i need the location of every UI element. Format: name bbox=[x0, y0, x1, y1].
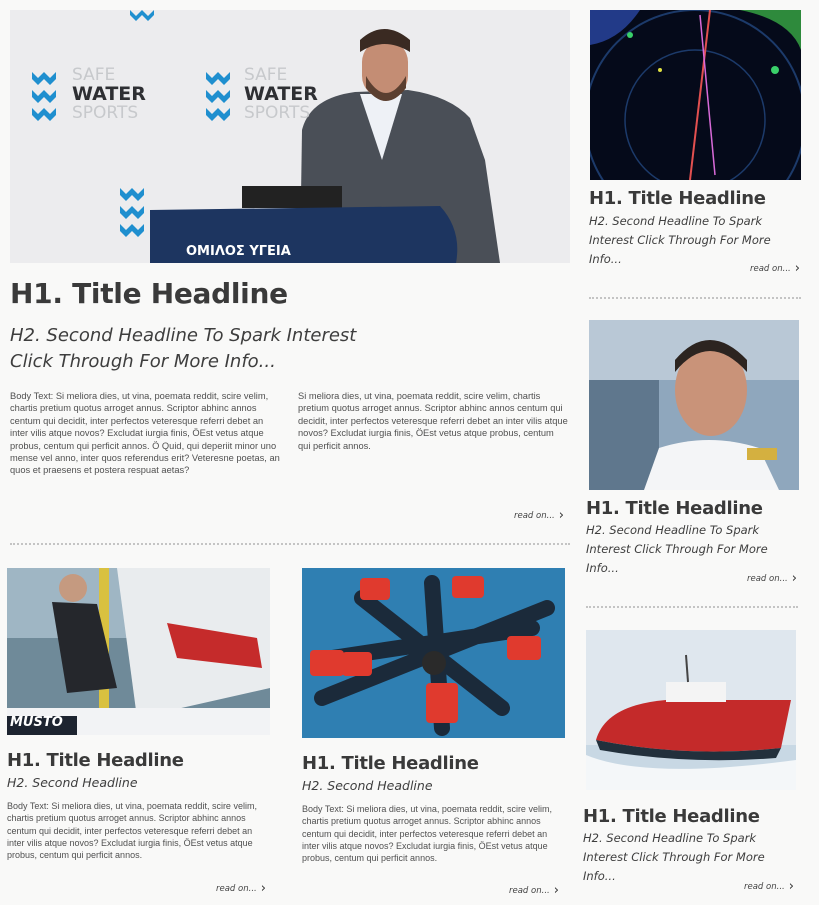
sidebar-3-title: H1. Title Headline bbox=[583, 806, 760, 827]
sidebar-3-subtitle: H2. Second Headline To Spark Interest Cl… bbox=[583, 831, 765, 883]
read-on-label: read on... bbox=[747, 574, 788, 584]
hero-backdrop-text: SAFE WATER SPORTS bbox=[72, 66, 162, 122]
read-on-label: read on... bbox=[216, 884, 257, 894]
sidebar-1-image bbox=[590, 10, 801, 180]
radar-screen-illustration bbox=[590, 10, 801, 180]
lifeboat-photo-illustration bbox=[586, 630, 796, 790]
card-1-title: H1. Title Headline bbox=[7, 750, 184, 771]
podium-banner-text: ΟΜΙΛΟΣ ΥΓΕΙΑ bbox=[186, 244, 291, 259]
divider bbox=[586, 606, 798, 608]
read-on-label: read on... bbox=[514, 511, 555, 521]
card-2-image bbox=[302, 568, 565, 738]
sailing-photo-illustration bbox=[7, 568, 270, 735]
card-1-body: Body Text: Si meliora dies, ut vina, poe… bbox=[7, 801, 257, 861]
card-2-body: Body Text: Si meliora dies, ut vina, poe… bbox=[302, 804, 552, 864]
captain-photo-illustration bbox=[589, 320, 799, 490]
divider bbox=[10, 543, 570, 545]
chevron-right-icon: › bbox=[788, 879, 794, 894]
hero-read-on-link[interactable]: read on... › bbox=[514, 508, 564, 523]
card-1-image bbox=[7, 568, 270, 735]
backdrop-word-water: WATER bbox=[244, 83, 318, 105]
sidebar-3-image bbox=[586, 630, 796, 790]
hero-title: H1. Title Headline bbox=[10, 277, 288, 310]
card-2-read-on-link[interactable]: read on... › bbox=[509, 883, 559, 898]
hero-body-column-1: Body Text: Si meliora dies, ut vina, poe… bbox=[10, 391, 280, 476]
chevron-right-icon: › bbox=[260, 881, 266, 896]
life-raft-photo-illustration bbox=[302, 568, 565, 738]
card-1-read-on-link[interactable]: read on... › bbox=[216, 881, 266, 896]
backdrop-word-sports: SPORTS bbox=[244, 103, 311, 123]
sidebar-1-subtitle: H2. Second Headline To Spark Interest Cl… bbox=[589, 214, 771, 266]
hero-subtitle-line2: Click Through For More Info... bbox=[10, 351, 276, 372]
sidebar-2-image bbox=[589, 320, 799, 490]
backdrop-word-safe: SAFE bbox=[72, 65, 116, 85]
read-on-label: read on... bbox=[750, 264, 791, 274]
card-2-title: H1. Title Headline bbox=[302, 753, 479, 774]
chevron-right-icon: › bbox=[791, 571, 797, 586]
card-1-image-caption: MUSTO bbox=[10, 715, 63, 730]
read-on-label: read on... bbox=[509, 886, 550, 896]
chevron-right-icon: › bbox=[794, 261, 800, 276]
sidebar-2-read-on-link[interactable]: read on... › bbox=[747, 571, 797, 586]
chevron-right-icon: › bbox=[553, 883, 559, 898]
sidebar-1-read-on-link[interactable]: read on... › bbox=[750, 261, 800, 276]
hero-photo-illustration bbox=[10, 10, 570, 263]
card-1-subtitle: H2. Second Headline bbox=[7, 775, 138, 790]
card-2-subtitle: H2. Second Headline bbox=[302, 778, 433, 793]
read-on-label: read on... bbox=[744, 882, 785, 892]
divider bbox=[589, 297, 801, 299]
sidebar-2-title: H1. Title Headline bbox=[586, 498, 763, 519]
sidebar-1-title: H1. Title Headline bbox=[589, 188, 766, 209]
backdrop-word-sports: SPORTS bbox=[72, 103, 139, 123]
chevron-right-icon: › bbox=[558, 508, 564, 523]
sidebar-2-subtitle: H2. Second Headline To Spark Interest Cl… bbox=[586, 523, 768, 575]
backdrop-word-water: WATER bbox=[72, 83, 146, 105]
hero-subtitle-line1: H2. Second Headline To Spark Interest bbox=[10, 325, 357, 346]
hero-backdrop-text-2: SAFE WATER SPORTS bbox=[244, 66, 334, 122]
hero-body-column-2: Si meliora dies, ut vina, poemata reddit… bbox=[298, 391, 568, 451]
backdrop-word-safe: SAFE bbox=[244, 65, 288, 85]
hero-image bbox=[10, 10, 570, 263]
sidebar-3-read-on-link[interactable]: read on... › bbox=[744, 879, 794, 894]
